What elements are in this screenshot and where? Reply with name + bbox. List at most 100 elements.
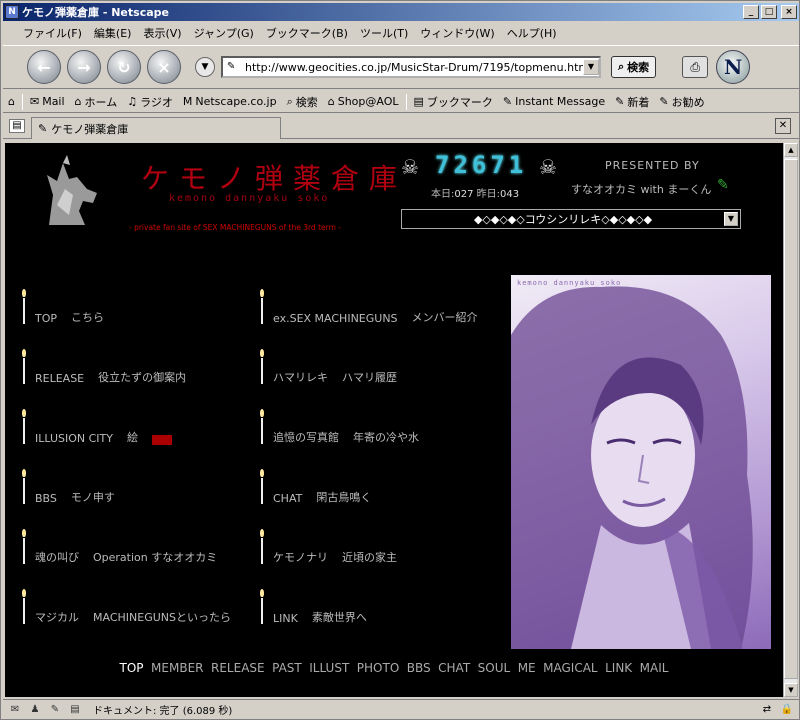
nav-link-soul[interactable]: 魂の叫び Operation すなオオカミ (19, 529, 217, 565)
menu-window[interactable]: ウィンドウ(W) (414, 25, 500, 41)
bottom-nav-release[interactable]: RELEASE (211, 661, 265, 675)
nav-link-bbs[interactable]: BBS モノ申す (19, 469, 115, 505)
bottom-nav-illust[interactable]: ILLUST (309, 661, 349, 675)
vertical-scrollbar[interactable]: ▲ ▼ (783, 143, 798, 697)
toolbar-divider (21, 93, 23, 110)
access-counter: ☠ 72671 ☠ 本日:027 昨日:043 (401, 151, 557, 201)
nav-link-member[interactable]: ex.SEX MACHINEGUNS メンバー紹介 (257, 289, 478, 325)
maximize-button[interactable]: □ (761, 5, 777, 19)
chevron-down-icon[interactable]: ▼ (724, 212, 738, 226)
forward-button[interactable]: → (67, 50, 101, 84)
bottom-nav-link[interactable]: LINK (605, 661, 632, 675)
menu-edit[interactable]: 編集(E) (88, 25, 138, 41)
url-input[interactable]: http://www.geocities.co.jp/MusicStar-Dru… (245, 61, 583, 74)
toolbar-item-label: ラジオ (140, 95, 173, 109)
netscape-n-icon: N (5, 5, 19, 19)
page-proxy-icon: ✎ (227, 61, 236, 72)
sidebar-toggle-icon[interactable]: ▤ (9, 119, 25, 133)
bottom-nav-bbs[interactable]: BBS (407, 661, 431, 675)
nav-link-label: ケモノナリ (273, 551, 328, 564)
toolbar-item-label: Instant Message (515, 95, 606, 108)
candle-icon (257, 589, 267, 625)
candle-icon (257, 529, 267, 565)
toolbar-item-instant-message[interactable]: ✎ Instant Message (498, 95, 610, 108)
toolbar-item-bookmarks[interactable]: ▤ ブックマーク (409, 94, 498, 110)
nav-link-photo[interactable]: 追憶の写真館 年寄の冷や水 (257, 409, 419, 445)
nav-link-past[interactable]: ハマリレキ ハマリ履歴 (257, 349, 397, 385)
tab-close-icon[interactable]: ✕ (775, 118, 791, 134)
bottom-nav-chat[interactable]: CHAT (438, 661, 470, 675)
nav-link-desc: Operation すなオオカミ (93, 551, 218, 564)
site-romaji: kemono dannyaku soko (169, 193, 330, 204)
reload-button[interactable]: ↻ (107, 50, 141, 84)
nav-link-label: ILLUSION CITY (35, 432, 113, 445)
candle-icon (19, 349, 29, 385)
url-dropdown-button[interactable]: ▼ (583, 59, 599, 75)
back-arrow-icon: ← (37, 57, 51, 77)
personal-toolbar: ⌂ ✉ Mail ⌂ ホーム ♫ ラジオ M Netscape.co.jp ⌕ … (3, 91, 799, 113)
security-lock-icon[interactable]: 🔒 (779, 703, 795, 717)
candle-icon (257, 469, 267, 505)
toolbar-item-recommend[interactable]: ✎ お勧め (654, 94, 709, 110)
menu-view[interactable]: 表示(V) (137, 25, 187, 41)
aim-status-icon[interactable]: ♟ (27, 703, 43, 717)
bottom-nav-member[interactable]: MEMBER (151, 661, 203, 675)
scroll-up-icon[interactable]: ▲ (784, 143, 798, 157)
menu-help[interactable]: ヘルプ(H) (501, 25, 563, 41)
nav-link-release[interactable]: RELEASE 役立たずの御案内 (19, 349, 186, 385)
search-button[interactable]: ⌕ 検索 (611, 56, 657, 78)
reload-icon: ↻ (117, 57, 131, 77)
menu-go[interactable]: ジャンプ(G) (188, 25, 260, 41)
toolbar-item-label: 検索 (295, 95, 318, 109)
bottom-nav-magical[interactable]: MAGICAL (543, 661, 597, 675)
toolbar-item-shop[interactable]: ⌂ Shop@AOL (323, 95, 404, 108)
minimize-button[interactable]: _ (743, 5, 759, 19)
nav-link-desc: モノ申す (70, 491, 115, 504)
search-icon: ⌕ (286, 94, 293, 108)
print-icon[interactable]: ⎙ (682, 56, 709, 78)
toolbar-item-radio[interactable]: ♫ ラジオ (122, 94, 178, 110)
bottom-nav-past[interactable]: PAST (272, 661, 302, 675)
back-button[interactable]: ← (27, 50, 61, 84)
toolbar-item-search[interactable]: ⌕ 検索 (282, 94, 323, 110)
url-bar[interactable]: ✎ http://www.geocities.co.jp/MusicStar-D… (221, 56, 601, 78)
toolbar-item-netscape[interactable]: M Netscape.co.jp (178, 95, 282, 108)
nav-link-magical[interactable]: マジカル MACHINEGUNSといったら (19, 589, 231, 625)
bottom-nav-photo[interactable]: PHOTO (357, 661, 399, 675)
nav-link-me[interactable]: ケモノナリ 近頃の家主 (257, 529, 397, 565)
toolbar-item-home[interactable]: ⌂ ホーム (70, 94, 123, 110)
nav-link-label: LINK (273, 612, 298, 625)
status-text: ドキュメント: 完了 (6.089 秒) (93, 706, 233, 717)
nav-link-top[interactable]: TOP こちら (19, 289, 104, 325)
update-history-select[interactable]: ◆◇◆◇◆◇コウシンリレキ◇◆◇◆◇◆ ▼ (401, 209, 741, 229)
nav-link-chat[interactable]: CHAT 閑古鳥鳴く (257, 469, 371, 505)
bottom-nav-top[interactable]: TOP (120, 661, 144, 675)
stop-button[interactable]: × (147, 50, 181, 84)
menu-bookmarks[interactable]: ブックマーク(B) (260, 25, 354, 41)
mail-status-icon[interactable]: ✉ (7, 703, 23, 717)
bottom-nav-soul[interactable]: SOUL (478, 661, 511, 675)
composer-icon[interactable]: ✎ (47, 703, 63, 717)
today-label: 本日: (431, 189, 455, 200)
toolbar-item-label: 新着 (627, 95, 650, 109)
toolbar-item-mail[interactable]: ✉ Mail (25, 95, 70, 108)
netscape-logo-icon[interactable]: N (716, 50, 751, 84)
bottom-nav-mail[interactable]: MAIL (640, 661, 669, 675)
toolbar-item-new[interactable]: ✎ 新着 (610, 94, 654, 110)
nav-link-illusion-city[interactable]: ILLUSION CITY 絵 (19, 409, 172, 445)
magnifier-icon: ⌕ (618, 60, 625, 73)
nav-link-label: ハマリレキ (273, 371, 328, 384)
scroll-thumb[interactable] (784, 159, 798, 679)
tab-current[interactable]: ✎ ケモノ弾薬倉庫 (31, 117, 281, 139)
scroll-down-icon[interactable]: ▼ (784, 683, 798, 697)
close-button[interactable]: × (781, 5, 797, 19)
address-book-icon[interactable]: ▤ (67, 703, 83, 717)
select-value: ◆◇◆◇◆◇コウシンリレキ◇◆◇◆◇◆ (473, 213, 653, 226)
bottom-nav-me[interactable]: ME (518, 661, 536, 675)
toolbar-item-home-tab[interactable]: ⌂ (3, 95, 20, 108)
menu-tools[interactable]: ツール(T) (354, 25, 414, 41)
nav-link-link[interactable]: LINK 素敵世界へ (257, 589, 367, 625)
menu-file[interactable]: ファイル(F) (17, 25, 88, 41)
history-dropdown-button[interactable]: ▼ (195, 57, 215, 77)
skull-crossbones-icon: ☠ (539, 155, 557, 179)
